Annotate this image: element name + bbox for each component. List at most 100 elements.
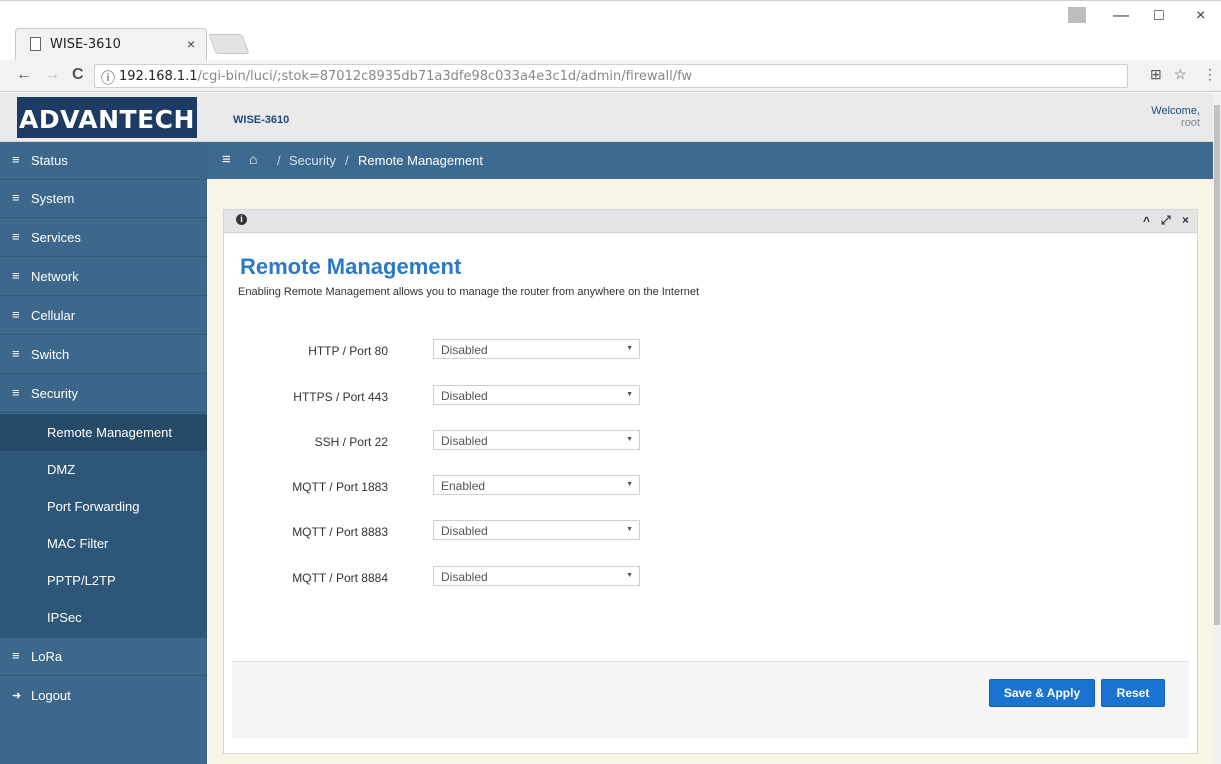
sidebar-item-network[interactable]: ≡ Network xyxy=(0,258,207,296)
sidebar-item-status[interactable]: ≡ Status xyxy=(0,142,207,180)
sidebar-item-label: PPTP/L2TP xyxy=(47,573,116,588)
sidebar-item-remote-management[interactable]: Remote Management xyxy=(0,414,207,451)
sidebar-item-dmz[interactable]: DMZ xyxy=(0,451,207,488)
reload-icon[interactable]: C xyxy=(72,66,84,84)
sidebar-item-label: Services xyxy=(31,230,81,245)
sidebar-item-label: System xyxy=(31,191,75,206)
sidebar-item-pptp-l2tp[interactable]: PPTP/L2TP xyxy=(0,562,207,599)
hamburger-menu-icon[interactable]: ≡ xyxy=(222,151,231,168)
url-text: 192.168.1.1/cgi-bin/luci/;stok=87012c893… xyxy=(119,69,692,84)
window-close-icon[interactable]: × xyxy=(1196,7,1205,25)
sidebar-item-label: IPSec xyxy=(47,610,82,625)
app-header: ADVANTECH WISE-3610 Welcome, root xyxy=(0,93,1221,142)
sidebar-item-switch[interactable]: ≡ Switch xyxy=(0,336,207,374)
mqtt-port1883-select[interactable]: Enabled ▼ xyxy=(433,475,640,495)
reset-button[interactable]: Reset xyxy=(1101,679,1165,707)
sidebar-item-mac-filter[interactable]: MAC Filter xyxy=(0,525,207,562)
list-icon: ≡ xyxy=(12,190,20,205)
sidebar-item-label: Status xyxy=(31,153,68,168)
collapse-icon[interactable]: ^ xyxy=(1143,214,1150,228)
tab-close-icon[interactable]: × xyxy=(187,36,195,52)
form-row-ssh: SSH / Port 22 Disabled ▼ xyxy=(224,430,824,452)
browser-menu-icon[interactable]: ⋮ xyxy=(1203,66,1217,83)
list-icon: ≡ xyxy=(12,268,20,283)
sidebar-item-lora[interactable]: ≡ LoRa xyxy=(0,638,207,676)
list-icon: ≡ xyxy=(12,152,20,167)
home-icon[interactable]: ⌂ xyxy=(249,151,257,167)
sidebar-item-ipsec[interactable]: IPSec xyxy=(0,599,207,636)
logo-text: ADVANTECH xyxy=(19,105,195,134)
select-value: Disabled xyxy=(441,524,488,538)
chevron-down-icon: ▼ xyxy=(626,345,633,352)
bookmark-star-icon[interactable]: ☆ xyxy=(1174,66,1187,83)
form-row-mqtt-8884: MQTT / Port 8884 Disabled ▼ xyxy=(224,566,824,588)
save-apply-button[interactable]: Save & Apply xyxy=(989,679,1095,707)
remote-management-panel: i ^ ⤢ × Remote Management Enabling Remot… xyxy=(223,209,1198,754)
maximize-icon[interactable]: □ xyxy=(1154,7,1164,25)
field-label: MQTT / Port 8884 xyxy=(292,571,388,585)
http-port80-select[interactable]: Disabled ▼ xyxy=(433,339,640,359)
sidebar-item-port-forwarding[interactable]: Port Forwarding xyxy=(0,488,207,525)
browser-chrome: WISE-3610 × — □ × ← → C ⓘ 192.168.1.1/cg… xyxy=(0,0,1221,92)
forward-icon[interactable]: → xyxy=(44,66,60,84)
breadcrumb-current: Remote Management xyxy=(358,153,484,168)
chevron-down-icon: ▼ xyxy=(626,391,633,398)
panel-close-icon[interactable]: × xyxy=(1182,213,1189,227)
field-label: SSH / Port 22 xyxy=(314,435,388,449)
sidebar-item-label: Logout xyxy=(31,688,71,703)
page-scrollbar[interactable] xyxy=(1213,93,1221,764)
chevron-down-icon: ▼ xyxy=(626,572,633,579)
sidebar-item-logout[interactable]: ➜ Logout xyxy=(0,677,207,715)
mqtt-port8884-select[interactable]: Disabled ▼ xyxy=(433,566,640,586)
chevron-down-icon: ▼ xyxy=(626,436,633,443)
url-host: 192.168.1.1 xyxy=(119,69,198,84)
profile-icon[interactable] xyxy=(1068,7,1086,23)
info-icon[interactable]: i xyxy=(236,214,247,225)
form-row-http: HTTP / Port 80 Disabled ▼ xyxy=(224,339,824,361)
back-icon[interactable]: ← xyxy=(16,66,32,84)
tab-title: WISE-3610 xyxy=(50,37,121,52)
sidebar-item-security[interactable]: ≡ Security xyxy=(0,375,207,413)
browser-tab[interactable]: WISE-3610 × xyxy=(15,28,207,61)
new-tab-button[interactable] xyxy=(208,34,250,54)
list-icon: ≡ xyxy=(12,648,20,663)
select-value: Disabled xyxy=(441,389,488,403)
ssh-port22-select[interactable]: Disabled ▼ xyxy=(433,430,640,450)
field-label: HTTPS / Port 443 xyxy=(293,390,388,404)
welcome-block: Welcome, root xyxy=(1138,105,1200,129)
sidebar-item-label: Cellular xyxy=(31,308,76,323)
page-icon xyxy=(30,37,41,51)
sidebar-item-services[interactable]: ≡ Services xyxy=(0,219,207,257)
https-port443-select[interactable]: Disabled ▼ xyxy=(433,385,640,405)
select-value: Disabled xyxy=(441,570,488,584)
sidebar-item-cellular[interactable]: ≡ Cellular xyxy=(0,297,207,335)
sidebar-item-label: MAC Filter xyxy=(47,536,109,551)
translate-icon[interactable]: ⊞ xyxy=(1150,66,1162,83)
security-submenu: Remote Management DMZ Port Forwarding MA… xyxy=(0,414,207,638)
fullscreen-icon[interactable]: ⤢ xyxy=(1161,213,1171,228)
field-label: MQTT / Port 8883 xyxy=(292,525,388,539)
breadcrumb-security[interactable]: Security xyxy=(289,153,336,168)
scroll-thumb[interactable] xyxy=(1214,105,1220,625)
select-value: Enabled xyxy=(441,479,486,493)
sidebar-item-label: LoRa xyxy=(31,649,63,664)
minimize-icon[interactable]: — xyxy=(1113,7,1129,25)
sidebar-item-label: Network xyxy=(31,269,79,284)
mqtt-port8883-select[interactable]: Disabled ▼ xyxy=(433,520,640,540)
sidebar-item-label: DMZ xyxy=(47,462,76,477)
sidebar-item-label: Security xyxy=(31,386,78,401)
tab-strip: WISE-3610 × — □ × xyxy=(0,0,1221,61)
breadcrumb: ≡ ⌂ / Security / Remote Management xyxy=(207,142,1221,179)
address-bar: ← → C ⓘ 192.168.1.1/cgi-bin/luci/;stok=8… xyxy=(0,60,1221,92)
select-value: Disabled xyxy=(441,343,488,357)
page-title: Remote Management xyxy=(240,254,462,279)
form-row-https: HTTPS / Port 443 Disabled ▼ xyxy=(224,385,824,407)
user-name[interactable]: root xyxy=(1138,117,1200,129)
sidebar-item-system[interactable]: ≡ System xyxy=(0,180,207,218)
panel-footer: Save & Apply Reset xyxy=(232,661,1189,738)
field-label: HTTP / Port 80 xyxy=(308,344,388,358)
site-info-icon[interactable]: ⓘ xyxy=(101,68,115,88)
advantech-logo[interactable]: ADVANTECH xyxy=(17,97,197,138)
url-input[interactable]: ⓘ 192.168.1.1/cgi-bin/luci/;stok=87012c8… xyxy=(94,64,1128,88)
sidebar-item-label: Remote Management xyxy=(47,425,173,440)
